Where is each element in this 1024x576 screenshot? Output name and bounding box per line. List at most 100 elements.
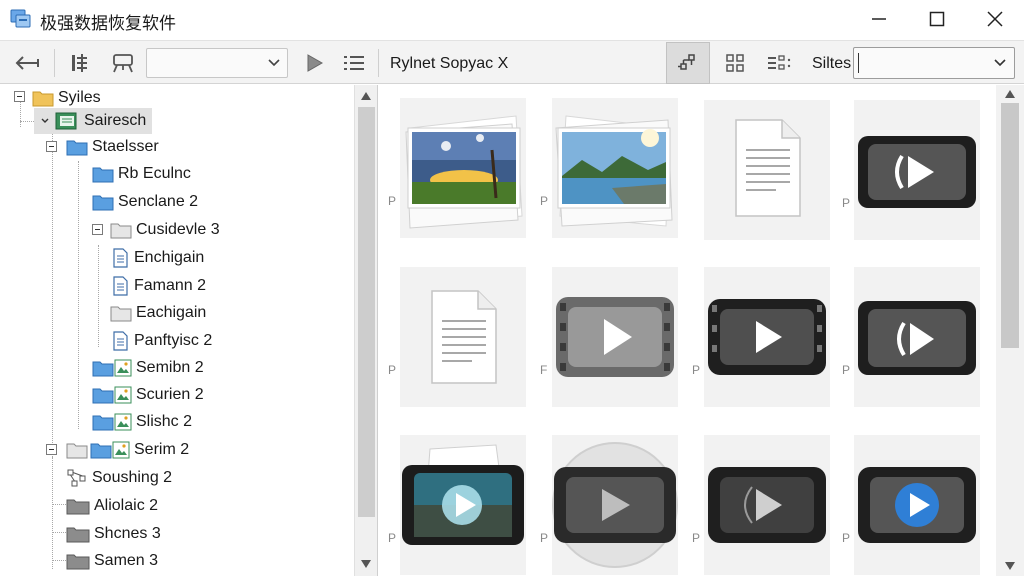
play-button[interactable] — [298, 47, 330, 79]
tree-view-button[interactable] — [666, 42, 710, 84]
file-tile[interactable]: P — [842, 435, 980, 575]
document-icon — [113, 276, 128, 296]
document-icon — [113, 248, 128, 268]
filter-button[interactable] — [64, 47, 96, 79]
file-tile[interactable]: P — [388, 267, 526, 407]
app-drive-icon — [10, 9, 31, 28]
list-icon — [344, 56, 364, 70]
tree-item[interactable]: Shcnes 3 — [66, 521, 161, 547]
tree-item[interactable]: Panftyisc 2 — [110, 328, 212, 354]
tree-view-icon — [678, 54, 695, 70]
file-tile[interactable]: P — [540, 435, 678, 575]
scroll-up-icon[interactable] — [360, 91, 372, 101]
tree-item[interactable]: Cusidevle 3 — [110, 217, 220, 243]
tree-item[interactable]: Slishc 2 — [92, 409, 192, 435]
minimize-button[interactable] — [850, 0, 908, 38]
folder-icon — [92, 388, 114, 404]
window-title: 极强数据恢复软件 — [40, 14, 176, 34]
back-button[interactable] — [10, 47, 44, 79]
file-tile[interactable]: P — [842, 267, 980, 407]
document-icon — [431, 290, 497, 384]
tree-expander[interactable] — [92, 224, 103, 235]
folder-icon — [90, 443, 112, 459]
file-tile[interactable]: P — [540, 98, 678, 238]
video-icon — [858, 301, 976, 375]
folder-icon — [66, 499, 90, 515]
tree-item[interactable]: Serim 2 — [66, 437, 189, 463]
file-grid[interactable]: P P P P F P P P P P P — [380, 85, 1024, 576]
file-tile[interactable]: P — [692, 435, 830, 575]
path-label: Rylnet Sopyac X — [390, 55, 509, 72]
video-icon — [556, 297, 674, 377]
video-icon — [708, 467, 826, 543]
image-file-icon — [112, 441, 130, 459]
file-tile[interactable]: P — [842, 100, 980, 240]
grid-scroll-thumb[interactable] — [1001, 103, 1019, 348]
tree-scroll-thumb[interactable] — [358, 107, 375, 517]
folder-icon — [92, 415, 114, 431]
folder-icon — [110, 306, 132, 322]
scan-button[interactable] — [106, 47, 140, 79]
back-arrow-icon — [15, 56, 39, 70]
folder-icon — [92, 167, 114, 183]
folder-icon — [92, 361, 114, 377]
title-bar: 极强数据恢复软件 — [0, 0, 1024, 38]
file-tile[interactable]: P — [388, 435, 526, 575]
minimize-icon — [872, 18, 886, 20]
image-file-icon — [114, 359, 132, 377]
text-caret — [858, 53, 859, 73]
file-tile[interactable]: P — [692, 267, 830, 407]
sort-combo[interactable] — [853, 47, 1015, 79]
tree-item[interactable]: Aliolaic 2 — [66, 493, 158, 519]
document-icon — [113, 331, 128, 351]
grid-scrollbar[interactable] — [996, 85, 1024, 576]
video-icon — [552, 442, 678, 568]
tree-item[interactable]: Samen 3 — [66, 548, 158, 574]
play-icon — [307, 54, 324, 72]
grid-view-button[interactable] — [720, 47, 750, 79]
file-tile[interactable]: F — [540, 267, 678, 407]
video-icon — [858, 136, 976, 208]
network-icon — [67, 469, 86, 487]
maximize-icon — [929, 11, 945, 27]
folder-tree[interactable]: Syiles Sairesch Staelsser Rb Eculnc Senc… — [0, 85, 378, 576]
list-button[interactable] — [338, 47, 370, 79]
detail-view-button[interactable] — [762, 47, 798, 79]
tree-item[interactable]: Soushing 2 — [66, 465, 172, 491]
close-button[interactable] — [966, 0, 1024, 38]
location-combo[interactable] — [146, 48, 288, 78]
scroll-down-icon[interactable] — [360, 559, 372, 569]
folder-icon — [66, 140, 88, 156]
folder-icon — [92, 195, 114, 211]
tree-item[interactable]: Eachigain — [110, 300, 206, 326]
scan-icon — [113, 54, 133, 73]
tree-item-selected[interactable]: Sairesch — [34, 108, 153, 134]
tree-scrollbar[interactable] — [354, 85, 377, 576]
scroll-down-icon[interactable] — [1004, 561, 1016, 571]
chevron-down-icon — [41, 118, 49, 123]
drive-icon — [55, 112, 77, 130]
toolbar: Rylnet Sopyac X Siltes — [0, 40, 1024, 84]
close-icon — [987, 11, 1003, 27]
video-icon — [708, 299, 826, 375]
photo-icon — [405, 115, 523, 229]
folder-icon — [110, 223, 132, 239]
tree-item[interactable]: Famann 2 — [110, 273, 206, 299]
tree-item[interactable]: Staelsser — [66, 134, 159, 160]
tree-expander[interactable] — [14, 91, 25, 102]
tree-expander[interactable] — [46, 141, 57, 152]
sort-label: Siltes — [812, 55, 852, 72]
chevron-down-icon — [994, 59, 1006, 67]
photo-icon — [555, 115, 673, 227]
tree-item[interactable]: Semibn 2 — [92, 355, 204, 381]
tree-expander[interactable] — [46, 444, 57, 455]
folder-icon — [66, 443, 88, 459]
file-tile[interactable]: P — [388, 98, 526, 238]
maximize-button[interactable] — [908, 0, 966, 38]
tree-item[interactable]: Enchigain — [110, 245, 204, 271]
tree-item[interactable]: Scurien 2 — [92, 382, 204, 408]
tree-item[interactable]: Rb Eculnc — [92, 161, 191, 187]
tree-item[interactable]: Senclane 2 — [92, 189, 198, 215]
file-tile[interactable] — [704, 100, 830, 240]
scroll-up-icon[interactable] — [1004, 89, 1016, 99]
